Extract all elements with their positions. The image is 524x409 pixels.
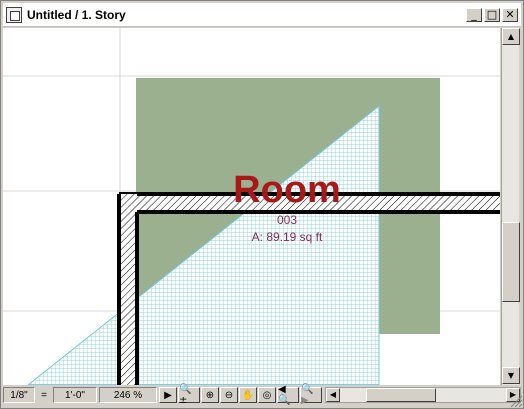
scale-field-left[interactable]: 1/8" — [3, 387, 35, 403]
room-area-label: A: 89.19 sq ft — [252, 230, 323, 244]
pan-hand-icon[interactable]: ✋ — [239, 387, 257, 403]
close-button[interactable]: ✕ — [502, 7, 518, 22]
resize-grip-icon[interactable] — [507, 392, 523, 408]
scale-equals: = — [41, 389, 47, 401]
scroll-left-button[interactable]: ◀ — [326, 388, 340, 402]
fit-window-icon[interactable]: ◎ — [258, 387, 276, 403]
play-icon[interactable]: ▶ — [159, 387, 177, 403]
zoom-options-icon[interactable]: 🔍± — [178, 384, 200, 406]
zoom-out-icon[interactable]: ⊖ — [220, 387, 238, 403]
scale-field-right[interactable]: 1'-0" — [53, 387, 97, 403]
vertical-scroll-thumb[interactable] — [502, 222, 520, 302]
title-bar[interactable]: Untitled / 1. Story _ □ ✕ — [3, 3, 521, 27]
minimize-button[interactable]: _ — [466, 7, 482, 22]
scroll-down-button[interactable]: ▼ — [502, 367, 520, 384]
maximize-button[interactable]: □ — [484, 7, 500, 22]
zoom-field[interactable]: 246 % — [99, 387, 157, 403]
room-number-label: 003 — [277, 213, 297, 227]
scroll-up-button[interactable]: ▲ — [502, 28, 520, 45]
drawing-canvas[interactable]: Room 003 A: 89.19 sq ft — [3, 28, 500, 385]
window-title: Untitled / 1. Story — [27, 7, 126, 22]
previous-view-icon[interactable]: ◀🔍 — [277, 384, 299, 406]
zoom-in-icon[interactable]: ⊕ — [201, 387, 219, 403]
status-bar: 1/8" = 1'-0" 246 % ▶ 🔍± ⊕ ⊖ ✋ ◎ ◀🔍 🔍▶ ◀ … — [3, 384, 521, 406]
room-name-label[interactable]: Room — [233, 169, 341, 211]
drawing-window: Untitled / 1. Story _ □ ✕ Room 003 A: 89… — [0, 0, 524, 409]
vertical-scrollbar[interactable]: ▲ ▼ — [501, 28, 520, 385]
window-icon[interactable] — [6, 6, 22, 23]
horizontal-scrollbar[interactable]: ◀ ▶ — [325, 387, 521, 403]
floor-plan: Room 003 A: 89.19 sq ft — [3, 28, 500, 385]
horizontal-scroll-thumb[interactable] — [366, 388, 436, 402]
next-view-icon: 🔍▶ — [300, 384, 322, 406]
